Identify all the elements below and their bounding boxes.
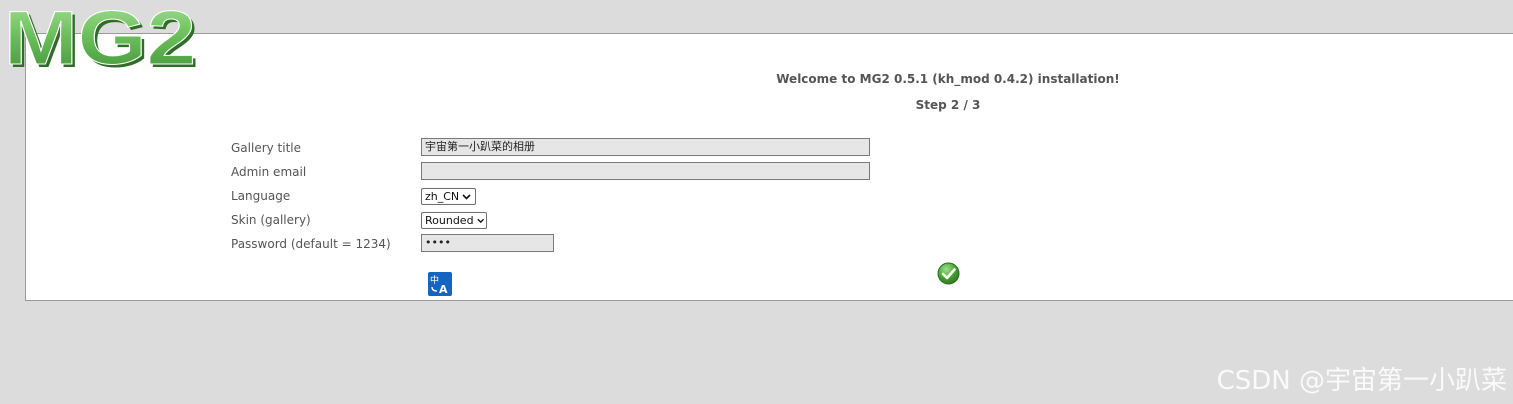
translate-icon[interactable]: 中 A [428,272,452,296]
step-indicator: Step 2 / 3 [915,98,981,112]
svg-text:中: 中 [430,274,439,286]
skin-select-value: Rounded [425,214,474,227]
check-icon[interactable] [937,262,960,285]
language-select-value: zh_CN [425,190,460,203]
language-label: Language [231,189,291,203]
gallery-title-input[interactable]: 宇宙第一小趴菜的相册 [421,138,870,156]
chevron-down-icon [476,218,484,224]
admin-email-label: Admin email [231,165,307,179]
welcome-heading: Welcome to MG2 0.5.1 (kh_mod 0.4.2) inst… [776,72,1120,86]
admin-email-input[interactable] [421,162,870,180]
svg-text:MG2: MG2 [4,0,196,72]
password-input[interactable]: •••• [421,234,554,252]
language-select[interactable]: zh_CN [421,188,476,205]
chevron-down-icon [462,194,471,200]
mg2-logo: MG2 MG2 [4,0,200,72]
skin-label: Skin (gallery) [231,213,311,227]
csdn-watermark: CSDN @宇宙第一小趴菜 [1216,366,1507,396]
gallery-title-label: Gallery title [231,141,302,155]
skin-select[interactable]: Rounded [421,212,487,229]
svg-text:A: A [439,283,448,296]
password-label: Password (default = 1234) [231,237,391,251]
